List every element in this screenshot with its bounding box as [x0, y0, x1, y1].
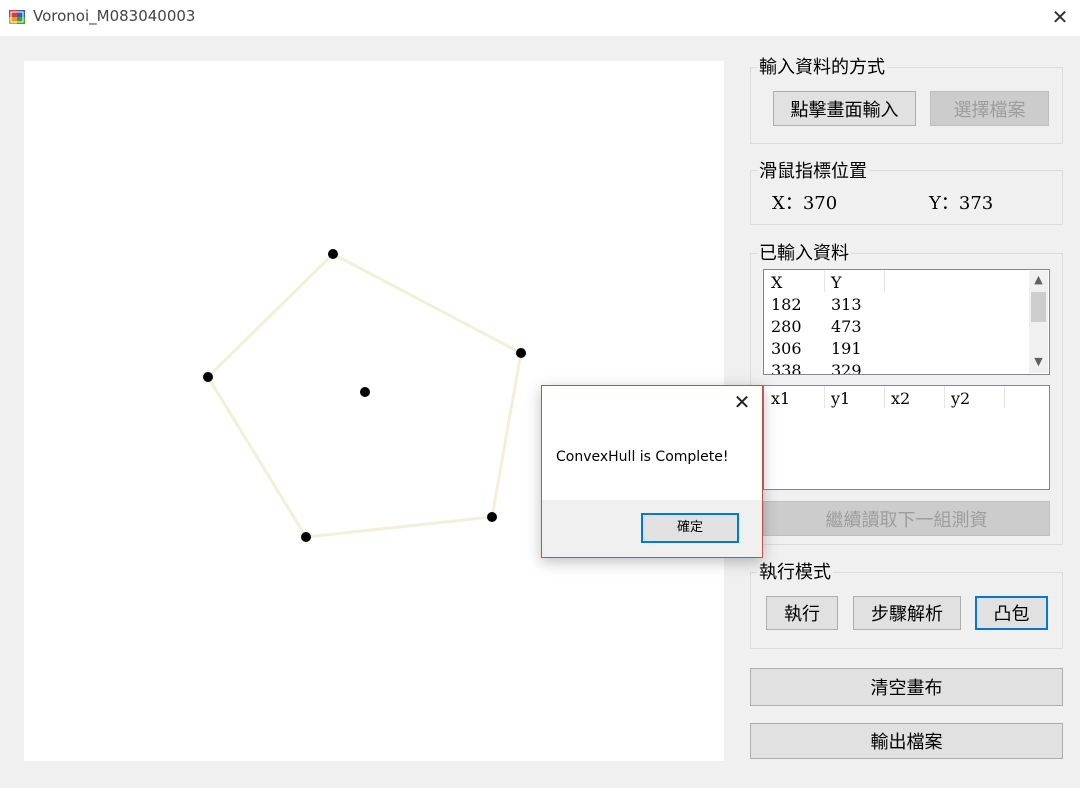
- run-button[interactable]: 執行: [766, 596, 838, 630]
- dialog-footer: 確定: [542, 500, 762, 557]
- clear-canvas-button[interactable]: 清空畫布: [750, 668, 1063, 706]
- mouse-y-readout: Y：373: [929, 193, 994, 214]
- column-header-x1[interactable]: x1: [771, 388, 790, 410]
- title-bar: Voronoi_M083040003 ✕: [0, 0, 1080, 36]
- step-analysis-button[interactable]: 步驟解析: [853, 596, 961, 630]
- mouse-position-title: 滑鼠指標位置: [757, 157, 869, 183]
- close-icon[interactable]: ✕: [728, 388, 756, 416]
- column-divider: [884, 270, 885, 292]
- canvas-point: [516, 348, 526, 358]
- input-method-title: 輸入資料的方式: [757, 53, 887, 79]
- column-divider: [944, 386, 945, 408]
- dialog-message: ConvexHull is Complete!: [556, 449, 729, 465]
- ok-button[interactable]: 確定: [641, 513, 739, 543]
- mouse-x-readout: X：370: [772, 193, 838, 214]
- column-header-y[interactable]: Y: [831, 272, 842, 294]
- column-divider: [884, 386, 885, 408]
- choose-file-button[interactable]: 選擇檔案: [930, 91, 1049, 126]
- list-item-x[interactable]: 306: [771, 338, 802, 360]
- column-header-y1[interactable]: y1: [831, 388, 850, 410]
- canvas-point: [203, 372, 213, 382]
- edges-list[interactable]: x1 y1 x2 y2: [763, 385, 1050, 490]
- window-title: Voronoi_M083040003: [33, 7, 196, 25]
- entered-data-title: 已輸入資料: [757, 239, 851, 265]
- column-header-x[interactable]: X: [771, 272, 782, 294]
- column-divider: [824, 386, 825, 408]
- export-file-button[interactable]: 輸出檔案: [750, 723, 1063, 759]
- scroll-down-icon[interactable]: ▼: [1029, 353, 1048, 371]
- convex-hull-button[interactable]: 凸包: [975, 596, 1048, 630]
- column-header-x2[interactable]: x2: [891, 388, 910, 410]
- list-item-y[interactable]: 329: [831, 360, 862, 374]
- list-item-y[interactable]: 313: [831, 294, 862, 316]
- click-input-button[interactable]: 點擊畫面輸入: [773, 91, 916, 126]
- message-dialog: ✕ ConvexHull is Complete! 確定: [541, 385, 763, 558]
- scroll-up-icon[interactable]: ▲: [1029, 271, 1048, 289]
- points-list[interactable]: X Y 182 313 280 473 306 191 338 329 ▲ ▼: [763, 269, 1050, 375]
- list-item-x[interactable]: 338: [771, 360, 802, 374]
- canvas-point: [487, 512, 497, 522]
- next-dataset-button[interactable]: 繼續讀取下一組測資: [763, 501, 1050, 536]
- list-item-x[interactable]: 280: [771, 316, 802, 338]
- column-header-y2[interactable]: y2: [951, 388, 970, 410]
- scrollbar-thumb[interactable]: [1031, 292, 1046, 322]
- list-item-x[interactable]: 182: [771, 294, 802, 316]
- column-divider: [1004, 386, 1005, 408]
- column-divider: [824, 270, 825, 292]
- list-item-y[interactable]: 191: [831, 338, 862, 360]
- app-window-icon: [8, 8, 26, 26]
- execution-mode-title: 執行模式: [757, 558, 833, 584]
- close-icon[interactable]: ✕: [1044, 2, 1076, 32]
- points-list-scrollbar[interactable]: ▲ ▼: [1029, 271, 1048, 373]
- list-item-y[interactable]: 473: [831, 316, 862, 338]
- canvas-point: [360, 387, 370, 397]
- canvas-point: [328, 249, 338, 259]
- canvas-point: [301, 532, 311, 542]
